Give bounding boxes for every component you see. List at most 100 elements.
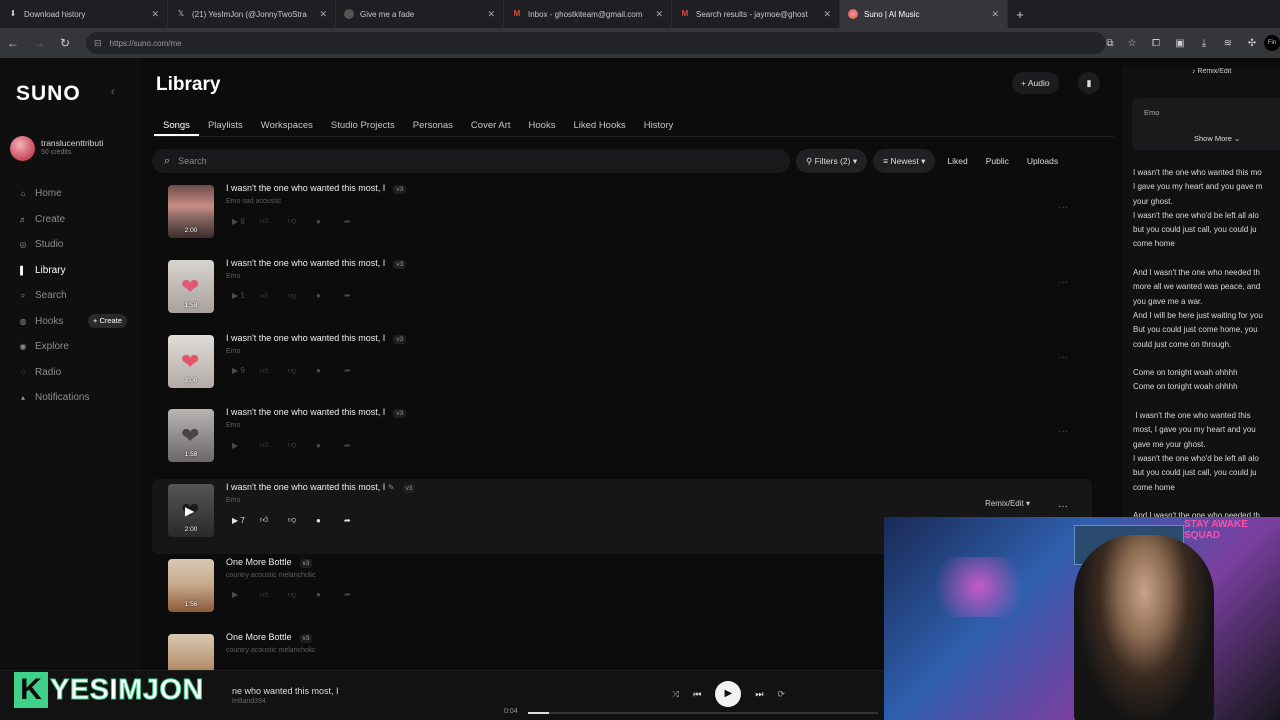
share-icon[interactable]: ➦ — [344, 366, 372, 375]
song-title-line[interactable]: I wasn't the one who wanted this most, I… — [226, 258, 407, 269]
tab-cover-art[interactable]: Cover Art — [462, 116, 520, 136]
sidebar-item-studio[interactable]: ◎ Studio — [0, 232, 140, 258]
comment-icon[interactable]: ● — [316, 366, 344, 375]
browser-tab-search-results[interactable]: M Search results - jaymoe@ghost ✕ — [672, 0, 840, 28]
tab-playlists[interactable]: Playlists — [199, 116, 252, 136]
tab-songs[interactable]: Songs — [154, 116, 199, 136]
sidebar-item-home[interactable]: ⌂ Home — [0, 181, 140, 207]
reload-icon[interactable]: ↻ — [52, 36, 78, 50]
browser-tab-suno[interactable]: Suno | AI Music ✕ — [840, 0, 1008, 28]
progress-bar[interactable] — [528, 712, 878, 714]
play-overlay-icon[interactable]: ▶ — [185, 504, 194, 518]
thumbs-down-icon[interactable]: 👎︎ — [288, 216, 316, 226]
next-icon[interactable]: ⏭︎ — [755, 689, 763, 700]
browser-tab-inbox[interactable]: M Inbox - ghostkiteam@gmail.com ✕ — [504, 0, 672, 28]
address-bar[interactable]: ⊟ https://suno.com/me — [86, 32, 1106, 54]
share-icon[interactable]: ➦ — [344, 291, 372, 300]
song-cover[interactable]: ❤ 1:58 — [168, 409, 214, 463]
previous-icon[interactable]: ⏮︎ — [693, 689, 701, 700]
repeat-icon[interactable]: ⟳ — [777, 689, 785, 700]
remix-edit-button[interactable]: Remix/Edit ▾ — [985, 499, 1030, 508]
show-more-button[interactable]: Show More ⌄ — [1194, 134, 1240, 143]
song-row[interactable]: 2:00 I wasn't the one who wanted this mo… — [152, 180, 1092, 255]
comment-icon[interactable]: ● — [316, 441, 344, 450]
liked-filter[interactable]: Liked — [941, 149, 973, 173]
more-options-icon[interactable]: ··· — [1058, 202, 1068, 213]
sidebar-item-create[interactable]: ♬ Create — [0, 207, 140, 233]
song-title-line[interactable]: One More Bottle v3 — [226, 632, 313, 643]
play-icon[interactable]: ▶ — [232, 441, 260, 450]
song-title-line[interactable]: I wasn't the one who wanted this most, I… — [226, 407, 407, 419]
sidebar-item-explore[interactable]: ◉ Explore — [0, 334, 140, 360]
site-info-icon[interactable]: ⊟ — [94, 38, 102, 49]
comment-icon[interactable]: ● — [316, 291, 344, 300]
close-icon[interactable]: ✕ — [823, 9, 831, 20]
thumbs-up-icon[interactable]: 👍︎ — [260, 440, 288, 450]
forward-icon[interactable]: → — [26, 36, 52, 50]
now-playing-title[interactable]: ne who wanted this most, I — [232, 686, 339, 696]
song-title-line[interactable]: One More Bottle v3 — [226, 557, 313, 568]
song-row[interactable]: ❤ 2:00 I wasn't the one who wanted this … — [152, 330, 1092, 405]
edit-pencil-icon[interactable]: ✎ — [388, 483, 395, 492]
play-icon[interactable]: ▶ 8 — [232, 217, 260, 226]
thumbs-down-icon[interactable]: 👎︎ — [288, 590, 316, 600]
thumbs-up-icon[interactable]: 👍︎ — [260, 216, 288, 226]
sort-button[interactable]: ≡ Newest ▾ — [873, 149, 936, 173]
close-icon[interactable]: ✕ — [319, 9, 327, 20]
tab-hooks[interactable]: Hooks — [520, 116, 565, 136]
sidebar-item-notifications[interactable]: ▴ Notifications — [0, 385, 140, 411]
browser-tab-x[interactable]: 𝕏 (21) YesImJon (@JonnyTwoStra ✕ — [168, 0, 336, 28]
uploads-filter[interactable]: Uploads — [1021, 149, 1064, 173]
play-icon[interactable]: ▶ — [232, 590, 260, 599]
share-icon[interactable]: ➦ — [344, 217, 372, 226]
song-title-line[interactable]: I wasn't the one who wanted this most, I… — [226, 183, 407, 194]
bookmark-star-icon[interactable]: ☆ — [1120, 38, 1144, 49]
comment-icon[interactable]: ● — [316, 516, 344, 525]
song-cover[interactable]: ❤ 1:58 — [168, 259, 214, 313]
shuffle-icon[interactable]: ⤨ — [672, 689, 679, 700]
song-cover[interactable]: 2:00 — [168, 185, 214, 238]
comment-icon[interactable]: ● — [316, 217, 344, 226]
sidebar-item-library[interactable]: ▌ Library — [0, 258, 140, 284]
puzzle-icon[interactable]: ✣ — [1240, 38, 1264, 49]
public-filter[interactable]: Public — [980, 149, 1015, 173]
tab-studio-projects[interactable]: Studio Projects — [322, 116, 404, 136]
library-search-input[interactable]: ⌕ Search — [152, 149, 790, 173]
profile-button[interactable]: Fin — [1264, 35, 1280, 51]
new-tab-button[interactable]: + — [1008, 7, 1032, 22]
tools-icon[interactable]: ≋ — [1216, 38, 1240, 49]
close-icon[interactable]: ✕ — [991, 9, 999, 20]
more-options-icon[interactable]: ··· — [1058, 352, 1068, 363]
sidebar-item-search[interactable]: ⌕ Search — [0, 283, 140, 309]
tab-workspaces[interactable]: Workspaces — [252, 116, 322, 136]
thumbs-up-icon[interactable]: 👍︎ — [260, 590, 288, 600]
sidebar-item-radio[interactable]: ◌ Radio — [0, 360, 140, 386]
thumbs-down-icon[interactable]: 👎︎ — [288, 291, 316, 301]
sidebar-item-hooks[interactable]: ◍ Hooks + Create — [0, 309, 140, 335]
play-icon[interactable]: ▶ 7 — [232, 516, 260, 525]
song-row[interactable]: ❤ 1:58 I wasn't the one who wanted this … — [152, 255, 1092, 330]
install-app-icon[interactable]: ⧉ — [1098, 38, 1122, 49]
song-cover[interactable]: ❤ ▶ 2:00 — [168, 484, 214, 538]
thumbs-down-icon[interactable]: 👎︎ — [288, 366, 316, 376]
hooks-create-button[interactable]: + Create — [88, 313, 127, 328]
suno-logo[interactable]: SUNO — [16, 82, 81, 106]
downloads-icon[interactable]: ⤓ — [1192, 38, 1216, 49]
thumbs-up-icon[interactable]: 👍︎ — [260, 291, 288, 301]
more-options-icon[interactable]: ··· — [1058, 426, 1068, 437]
play-icon[interactable]: ▶ 1 — [232, 291, 260, 300]
tab-liked-hooks[interactable]: Liked Hooks — [564, 116, 634, 136]
filters-button[interactable]: ⚲ Filters (2) ▾ — [796, 149, 868, 173]
share-icon[interactable]: ➦ — [344, 590, 372, 599]
song-row[interactable]: ❤ 1:58 I wasn't the one who wanted this … — [152, 404, 1092, 479]
close-icon[interactable]: ✕ — [151, 9, 159, 20]
close-icon[interactable]: ✕ — [655, 9, 663, 20]
sidebar-icon[interactable]: ▣ — [1168, 38, 1192, 49]
browser-tab-give-me-a-fade[interactable]: Give me a fade ✕ — [336, 0, 504, 28]
close-icon[interactable]: ✕ — [487, 9, 495, 20]
more-options-icon[interactable]: ··· — [1058, 277, 1068, 288]
song-cover[interactable]: ❤ 2:00 — [168, 334, 214, 388]
song-title-line[interactable]: I wasn't the one who wanted this most, I… — [226, 333, 407, 344]
tab-personas[interactable]: Personas — [404, 116, 462, 136]
thumbs-up-icon[interactable]: 👍︎ — [260, 515, 288, 525]
